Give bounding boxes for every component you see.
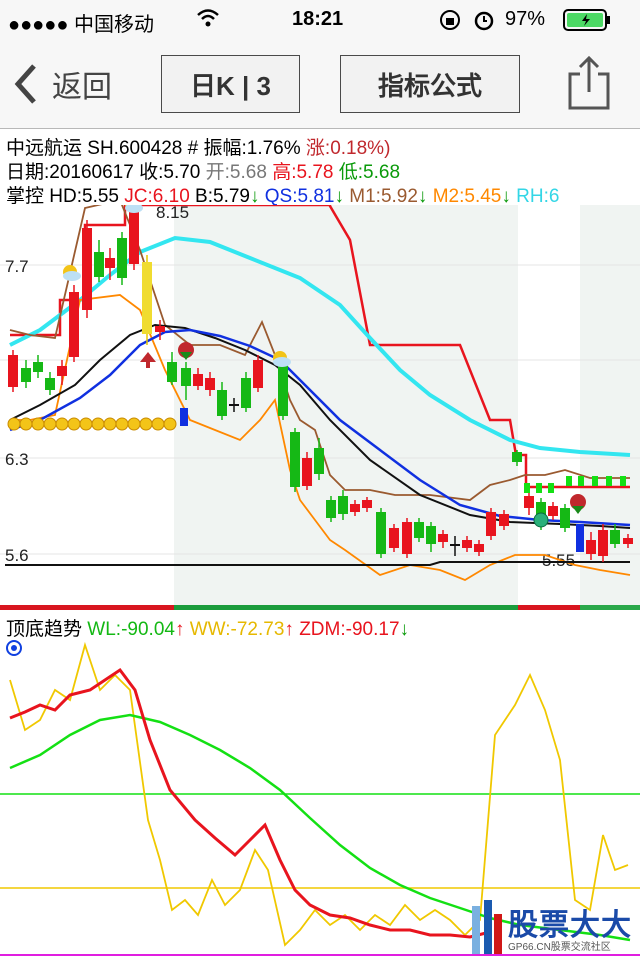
info-line-1: 中远航运 SH.600428 # 振幅:1.76% 涨:0.18%)	[6, 133, 390, 160]
date-value: 日期:20160617	[6, 162, 134, 183]
watermark-site: GP66.CN股票交流社区	[508, 942, 611, 953]
high-price-label: 8.15	[156, 205, 189, 222]
status-bar: ●●●●● 中国移动 18:21 97%	[0, 0, 640, 40]
qs-value: QS:5.81	[264, 186, 335, 207]
carrier-label: ●●●●● 中国移动	[8, 14, 154, 36]
b-value: B:5.79	[195, 186, 250, 207]
zdm-line	[9, 667, 491, 939]
jc-value: JC:6.10	[124, 186, 190, 207]
clock: 18:21	[292, 8, 344, 30]
high-value: 高:5.78	[272, 162, 334, 183]
arrow-up-icon: ↑	[284, 619, 294, 640]
info-line-3: 掌控 HD:5.55 JC:6.10 B:5.79↓ QS:5.81↓ M1:5…	[6, 181, 559, 208]
period-button[interactable]: 日K | 3	[161, 55, 300, 113]
nav-bar: 返回 日K | 3 指标公式	[0, 40, 640, 129]
indicator-header: 顶底趋势 WL:-90.04↑ WW:-72.73↑ ZDM:-90.17↓	[6, 614, 409, 641]
amplitude: # 振幅:1.76%	[187, 138, 301, 159]
share-icon	[568, 55, 610, 110]
rotation-lock-icon	[438, 8, 462, 38]
m2-value: M2:5.45	[432, 186, 502, 207]
kline-chart[interactable]: 7.7 0 6.3 5.6 8.15 5.55	[0, 205, 640, 605]
change-percent: 涨:0.18%)	[305, 138, 391, 159]
low-price-label: 5.55	[542, 551, 575, 570]
open-value: 开:5.68	[205, 162, 267, 183]
low-value: 低:5.68	[338, 162, 401, 183]
arrow-down-icon: ↓	[399, 619, 410, 640]
share-button[interactable]	[566, 54, 612, 112]
arrow-down-icon: ↓	[501, 186, 511, 207]
control-label: 掌控	[6, 186, 45, 207]
stock-name-code: 中远航运 SH.600428	[6, 138, 183, 159]
arrow-down-icon: ↓	[249, 186, 260, 207]
watermark: 股票大大 GP66.CN股票交流社区	[468, 896, 640, 960]
wl-value: WL:-90.04	[87, 619, 175, 640]
indicator-title: 顶底趋势	[6, 619, 83, 640]
chevron-left-icon	[14, 64, 36, 104]
hd-value: HD:5.55	[49, 186, 119, 207]
close-value: 收:5.70	[139, 162, 201, 183]
formula-button[interactable]: 指标公式	[340, 55, 520, 113]
rh-value: RH:6	[516, 186, 560, 207]
coin-markers	[7, 417, 177, 431]
price-tick: 5.6	[5, 546, 29, 565]
chart-separator-red	[174, 605, 518, 610]
arrow-down-icon: ↓	[417, 186, 428, 207]
chart-separator-red	[0, 605, 174, 610]
alarm-icon	[472, 8, 496, 38]
arrow-up-icon: ↑	[174, 619, 185, 640]
m1-value: M1:5.92	[349, 186, 418, 207]
battery-icon	[563, 9, 611, 37]
back-label: 返回	[52, 71, 112, 104]
watermark-logo-icon	[472, 900, 502, 954]
ww-value: WW:-72.73	[189, 619, 285, 640]
price-tick: 7.7	[5, 257, 29, 276]
battery-percent: 97%	[505, 8, 546, 30]
info-line-2: 日期:20160617 收:5.70 开:5.68 高:5.78 低:5.68	[6, 157, 400, 184]
chart-separator-red	[518, 605, 580, 610]
zdm-value: ZDM:-90.17	[299, 619, 400, 640]
back-button[interactable]: 返回	[10, 60, 130, 108]
arrow-down-icon: ↓	[334, 186, 344, 207]
wifi-icon	[196, 6, 220, 36]
price-tick: 6.3	[5, 450, 29, 469]
